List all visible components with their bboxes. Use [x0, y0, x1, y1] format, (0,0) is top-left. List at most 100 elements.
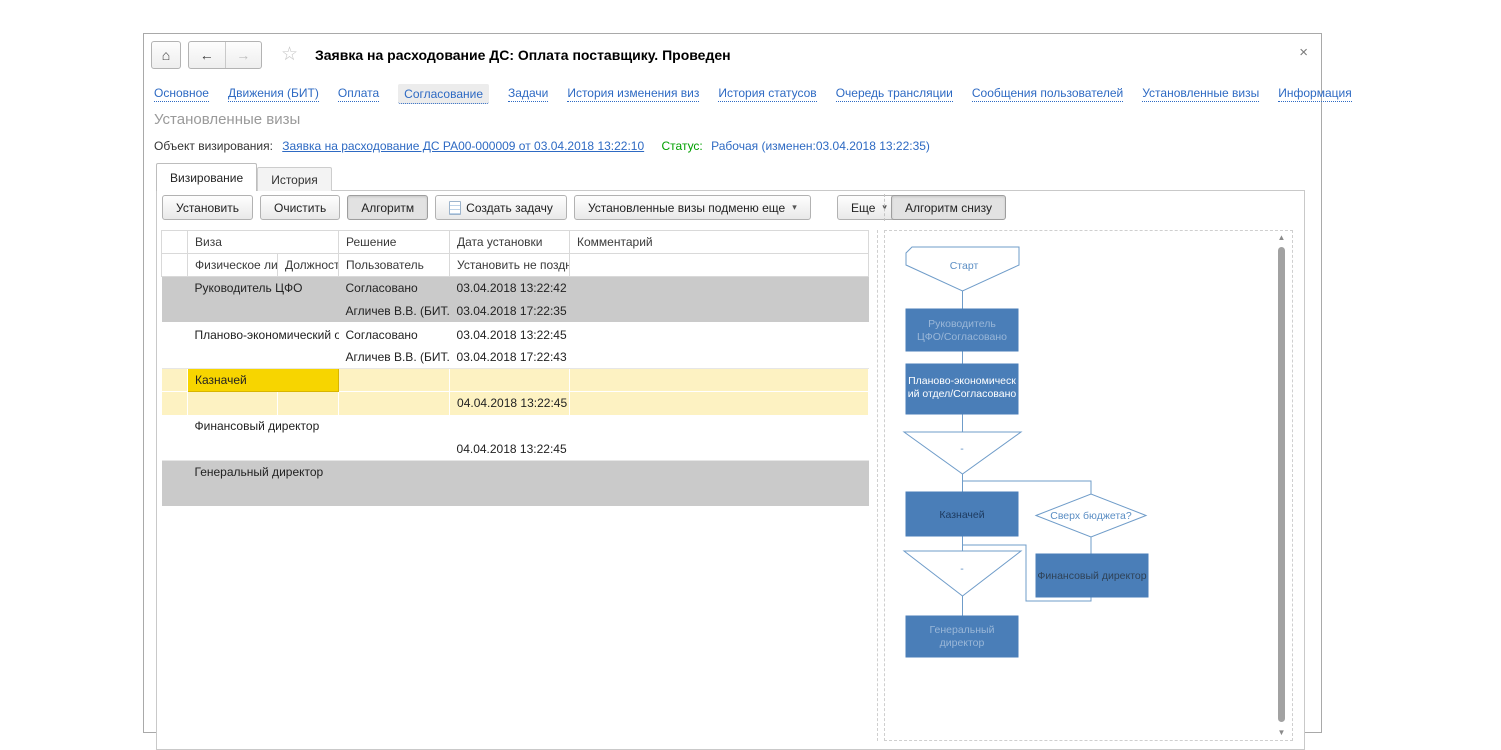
nav-installed-visas[interactable]: Установленные визы	[1142, 86, 1259, 102]
table-row[interactable]: Финансовый директор	[162, 415, 869, 438]
set-visa-button[interactable]: Установить	[162, 195, 253, 220]
due-cell[interactable]: 04.04.2018 13:22:45	[450, 392, 570, 415]
col-user: Пользователь	[339, 254, 450, 277]
date-set-cell[interactable]	[450, 461, 570, 484]
comment-cell[interactable]	[570, 369, 869, 392]
table-row[interactable]	[162, 484, 869, 507]
decision-cell[interactable]	[339, 461, 450, 484]
scrollbar-thumb[interactable]	[1278, 247, 1285, 722]
nav-main[interactable]: Основное	[154, 86, 209, 102]
flow-merge-2[interactable]: -	[904, 551, 1021, 596]
approval-pane: Установить Очистить Алгоритм Создать зад…	[156, 190, 1305, 750]
nav-tasks[interactable]: Задачи	[508, 86, 548, 102]
svg-text:Финансовый директор: Финансовый директор	[1037, 570, 1146, 582]
table-row[interactable]: Генеральный директор	[162, 461, 869, 484]
due-cell[interactable]: 04.04.2018 13:22:45	[450, 438, 570, 461]
visa-name-cell[interactable]: Руководитель ЦФО	[188, 277, 339, 300]
comment-cell[interactable]	[570, 415, 869, 438]
visa-name-cell[interactable]: Планово-экономический отдел	[188, 323, 339, 346]
table-header-row: Физическое лицо Должность Пользователь У…	[162, 254, 869, 277]
clear-visa-button[interactable]: Очистить	[260, 195, 340, 220]
table-row[interactable]: Агличев В.В. (БИТ.... 03.04.2018 17:22:4…	[162, 346, 869, 369]
nav-visa-change-history[interactable]: История изменения виз	[567, 86, 699, 102]
nav-payment[interactable]: Оплата	[338, 86, 379, 102]
decision-cell[interactable]	[339, 369, 450, 392]
col-visa: Виза	[188, 231, 339, 254]
flow-scrollbar: ▲ ▼	[1275, 233, 1288, 738]
flow-node-start[interactable]: Старт	[906, 247, 1019, 291]
col-due: Установить не позднее	[450, 254, 570, 277]
table-row-selected[interactable]: 04.04.2018 13:22:45	[162, 392, 869, 415]
forward-button[interactable]: →	[226, 42, 262, 68]
user-cell[interactable]: Агличев В.В. (БИТ....	[339, 300, 450, 323]
nav-broadcast-queue[interactable]: Очередь трансляции	[836, 86, 953, 102]
user-cell[interactable]	[339, 484, 450, 507]
due-cell[interactable]: 03.04.2018 17:22:35	[450, 300, 570, 323]
create-task-button[interactable]: Создать задачу	[435, 195, 567, 220]
user-cell[interactable]	[339, 392, 450, 415]
nav-user-messages[interactable]: Сообщения пользователей	[972, 86, 1123, 102]
favorite-star-icon[interactable]: ☆	[281, 43, 298, 66]
flow-node-head-cfo[interactable]: Руководитель ЦФО/Согласовано	[906, 309, 1018, 351]
table-row-selected[interactable]: Казначей	[162, 369, 869, 392]
tab-approval[interactable]: Визирование	[156, 163, 257, 191]
date-set-cell[interactable]	[450, 369, 570, 392]
form-window: ⌂ ← → ☆ Заявка на расходование ДС: Оплат…	[143, 33, 1322, 733]
svg-text:директор: директор	[940, 637, 985, 649]
due-cell[interactable]: 03.04.2018 17:22:43	[450, 346, 570, 369]
flow-node-gen-director[interactable]: Генеральный директор	[906, 616, 1018, 657]
close-icon[interactable]: ×	[1299, 44, 1308, 61]
history-nav-group: ← →	[188, 41, 262, 69]
object-document-link[interactable]: Заявка на расходование ДС РА00-000009 от…	[282, 139, 644, 153]
nav-approval[interactable]: Согласование	[398, 84, 489, 104]
installed-visas-submenu-button[interactable]: Установленные визы подменю еще ▾	[574, 195, 811, 220]
home-button[interactable]: ⌂	[151, 41, 181, 69]
col-person: Физическое лицо	[188, 254, 278, 277]
status-value: Рабочая (изменен:03.04.2018 13:22:35)	[711, 139, 930, 153]
algorithm-bottom-button[interactable]: Алгоритм снизу	[891, 195, 1006, 220]
comment-cell[interactable]	[570, 323, 869, 346]
table-row[interactable]: Руководитель ЦФО Согласовано 03.04.2018 …	[162, 277, 869, 300]
decision-cell[interactable]: Согласовано	[339, 323, 450, 346]
route-map-panel: Старт Руководитель ЦФО/Согласовано Плано…	[884, 230, 1293, 741]
col-date-set: Дата установки	[450, 231, 570, 254]
table-row[interactable]: Агличев В.В. (БИТ.... 03.04.2018 17:22:3…	[162, 300, 869, 323]
page-tabs: Визирование История	[156, 163, 332, 191]
flow-decision-over-budget[interactable]: Сверх бюджета?	[1036, 494, 1146, 537]
home-icon: ⌂	[162, 47, 170, 63]
date-set-cell[interactable]	[450, 415, 570, 438]
scroll-down-icon[interactable]: ▼	[1275, 728, 1288, 738]
date-set-cell[interactable]: 03.04.2018 13:22:42	[450, 277, 570, 300]
route-map: Старт Руководитель ЦФО/Согласовано Плано…	[885, 231, 1285, 665]
flow-node-planning-dept[interactable]: Планово-экономическ ий отдел/Согласовано	[906, 364, 1018, 414]
visa-name-cell[interactable]: Финансовый директор	[188, 415, 339, 438]
comment-cell[interactable]	[570, 277, 869, 300]
flow-node-fin-director[interactable]: Финансовый директор	[1036, 554, 1148, 597]
table-row[interactable]: 04.04.2018 13:22:45	[162, 438, 869, 461]
date-set-cell[interactable]: 03.04.2018 13:22:45	[450, 323, 570, 346]
panel-splitter[interactable]	[877, 230, 878, 741]
due-cell[interactable]	[450, 484, 570, 507]
decision-cell[interactable]: Согласовано	[339, 277, 450, 300]
nav-information[interactable]: Информация	[1278, 86, 1351, 102]
decision-cell[interactable]	[339, 415, 450, 438]
scroll-up-icon[interactable]: ▲	[1275, 233, 1288, 243]
tab-history[interactable]: История	[257, 167, 332, 191]
visa-name-cell[interactable]: Генеральный директор	[188, 461, 339, 484]
flow-node-treasurer[interactable]: Казначей	[906, 492, 1018, 536]
visa-name-cell-selected[interactable]: Казначей	[188, 369, 339, 392]
flow-merge-1[interactable]: -	[904, 432, 1021, 474]
nav-movements-bit[interactable]: Движения (БИТ)	[228, 86, 319, 102]
visas-table: Виза Решение Дата установки Комментарий …	[161, 230, 869, 508]
algorithm-button[interactable]: Алгоритм	[347, 195, 428, 220]
user-cell[interactable]	[339, 438, 450, 461]
user-cell[interactable]: Агличев В.В. (БИТ....	[339, 346, 450, 369]
back-button[interactable]: ←	[189, 42, 226, 68]
document-icon	[449, 201, 461, 215]
table-row[interactable]: Планово-экономический отдел Согласовано …	[162, 323, 869, 346]
svg-text:ЦФО/Согласовано: ЦФО/Согласовано	[917, 331, 1007, 343]
comment-cell[interactable]	[570, 461, 869, 484]
nav-status-history[interactable]: История статусов	[718, 86, 816, 102]
status-label: Статус:	[662, 139, 703, 153]
table-header-row: Виза Решение Дата установки Комментарий	[162, 231, 869, 254]
